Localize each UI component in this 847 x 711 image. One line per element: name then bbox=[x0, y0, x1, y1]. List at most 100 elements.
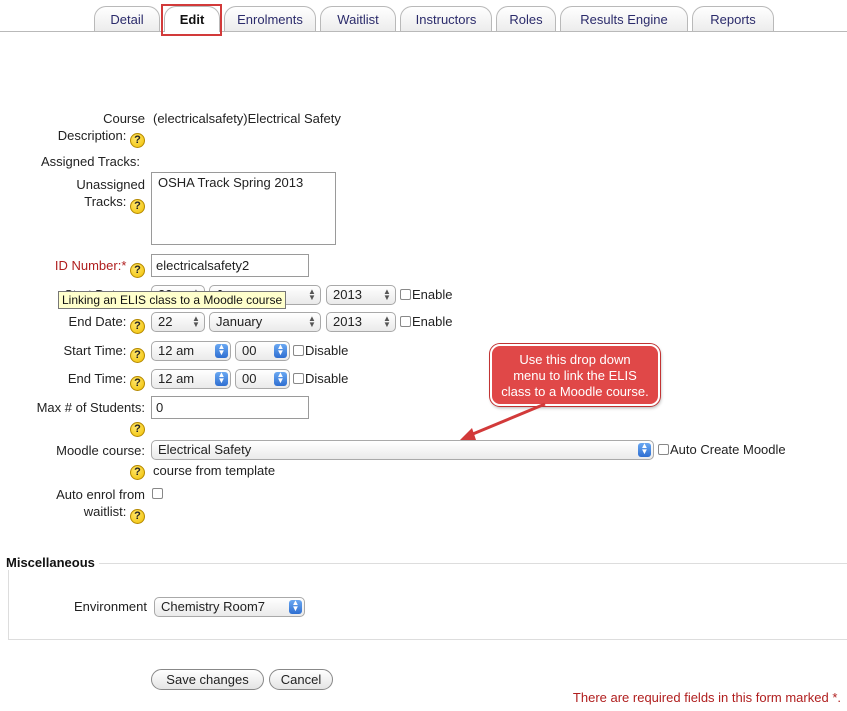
auto-create-moodle-checkbox[interactable] bbox=[658, 444, 669, 455]
max-students-label: Max # of Students: ? bbox=[0, 399, 145, 437]
assigned-tracks-label: Assigned Tracks: bbox=[41, 154, 140, 169]
start-time-label-text: Start Time: bbox=[63, 343, 127, 358]
required-fields-note-text: There are required fields in this form m… bbox=[572, 690, 829, 705]
environment-value: Chemistry Room7 bbox=[161, 599, 266, 614]
end-date-day-select[interactable]: 22 ▲ ▼ bbox=[151, 312, 205, 332]
start-time-hour-select[interactable]: 12 am ▲ ▼ bbox=[151, 341, 231, 361]
callout-line1: Use this drop down bbox=[519, 352, 631, 367]
unassigned-tracks-listbox[interactable]: OSHA Track Spring 2013 bbox=[151, 172, 336, 245]
end-date-month-value: January bbox=[216, 314, 263, 329]
select-arrows-icon: ▲▼ bbox=[274, 371, 287, 386]
end-date-label-text: End Date: bbox=[68, 314, 127, 329]
start-time-hour-value: 12 am bbox=[158, 343, 195, 358]
cancel-button[interactable]: Cancel bbox=[269, 669, 333, 690]
help-icon[interactable]: ? bbox=[130, 319, 145, 334]
start-time-disable-checkbox[interactable] bbox=[293, 345, 304, 356]
tab-roles[interactable]: Roles bbox=[496, 6, 556, 31]
tab-results-engine[interactable]: Results Engine bbox=[560, 6, 688, 31]
moodle-course-value: Electrical Safety bbox=[158, 442, 252, 457]
required-fields-note: There are required fields in this form m… bbox=[573, 690, 841, 705]
end-date-month-select[interactable]: January ▲ ▼ bbox=[209, 312, 321, 332]
moodle-course-label: Moodle course: ? bbox=[0, 442, 145, 480]
environment-select[interactable]: Chemistry Room7 ▲ ▼ bbox=[154, 597, 305, 617]
end-time-label-text: End Time: bbox=[67, 371, 127, 386]
auto-enrol-checkbox[interactable] bbox=[152, 488, 163, 499]
end-date-enable-label: Enable bbox=[412, 314, 453, 329]
select-arrows-icon: ▲▼ bbox=[192, 314, 200, 329]
auto-create-moodle-label-cont: course from template bbox=[153, 463, 276, 478]
help-icon[interactable]: ? bbox=[130, 376, 145, 391]
environment-label: Environment bbox=[74, 599, 147, 614]
id-number-input[interactable]: electricalsafety2 bbox=[151, 254, 309, 277]
unassigned-tracks-label: Unassigned Tracks: ? bbox=[0, 176, 145, 214]
unassigned-tracks-label-line1: Unassigned bbox=[76, 177, 145, 192]
auto-enrol-label-line2: waitlist: bbox=[83, 504, 127, 519]
unassigned-tracks-label-line2: Tracks: ? bbox=[0, 193, 145, 214]
end-time-label: End Time: ? bbox=[0, 371, 145, 391]
help-icon[interactable]: ? bbox=[130, 465, 145, 480]
callout-line2: menu to link the ELIS bbox=[513, 368, 637, 383]
select-arrows-icon: ▲▼ bbox=[215, 343, 228, 358]
tab-reports[interactable]: Reports bbox=[692, 6, 774, 31]
unassigned-tracks-label-text: Tracks: bbox=[84, 194, 127, 209]
track-option[interactable]: OSHA Track Spring 2013 bbox=[158, 175, 329, 190]
help-icon[interactable]: ? bbox=[130, 199, 145, 214]
help-icon[interactable]: ? bbox=[130, 509, 145, 524]
id-number-label: ID Number:* ? bbox=[0, 258, 145, 278]
callout-arrow-icon bbox=[460, 402, 546, 440]
auto-create-moodle-label: Auto Create Moodle bbox=[670, 442, 786, 457]
help-icon[interactable]: ? bbox=[130, 348, 145, 363]
end-time-hour-value: 12 am bbox=[158, 371, 195, 386]
max-students-label-text: Max # of Students: bbox=[36, 400, 145, 415]
end-time-minute-select[interactable]: 00 ▲ ▼ bbox=[235, 369, 290, 389]
help-icon[interactable]: ? bbox=[130, 422, 145, 437]
end-date-label: End Date: ? bbox=[0, 314, 145, 334]
select-arrows-icon: ▲▼ bbox=[383, 287, 391, 302]
fieldset-top-border bbox=[8, 563, 847, 564]
moodle-course-select[interactable]: Electrical Safety ▲ ▼ bbox=[151, 440, 654, 460]
start-time-disable-label: Disable bbox=[305, 343, 349, 358]
end-time-disable-checkbox[interactable] bbox=[293, 373, 304, 384]
end-date-year-value: 2013 bbox=[333, 314, 362, 329]
tab-detail[interactable]: Detail bbox=[94, 6, 160, 31]
callout-line3: class to a Moodle course. bbox=[501, 384, 649, 399]
id-number-label-text: ID Number: bbox=[54, 258, 122, 273]
start-time-minute-value: 00 bbox=[242, 343, 257, 358]
course-value: (electricalsafety)Electrical Safety bbox=[153, 111, 341, 126]
start-date-year-value: 2013 bbox=[333, 287, 362, 302]
end-date-year-select[interactable]: 2013 ▲ ▼ bbox=[326, 312, 396, 332]
select-arrows-icon: ▲▼ bbox=[383, 314, 391, 329]
tab-enrolments[interactable]: Enrolments bbox=[224, 6, 316, 31]
end-date-enable-checkbox[interactable] bbox=[400, 316, 411, 327]
miscellaneous-legend: Miscellaneous bbox=[2, 555, 99, 570]
moodle-course-label-text: Moodle course: bbox=[56, 443, 145, 458]
start-date-year-select[interactable]: 2013 ▲ ▼ bbox=[326, 285, 396, 305]
auto-enrol-label-line1: Auto enrol from bbox=[56, 487, 145, 502]
required-asterisk: * bbox=[121, 258, 127, 273]
annotation-callout: Use this drop down menu to link the ELIS… bbox=[490, 344, 660, 406]
select-arrows-icon: ▲▼ bbox=[308, 314, 316, 329]
required-fields-asterisk: *. bbox=[832, 690, 841, 705]
tab-waitlist[interactable]: Waitlist bbox=[320, 6, 396, 31]
help-icon[interactable]: ? bbox=[130, 133, 145, 148]
start-date-enable-label: Enable bbox=[412, 287, 453, 302]
start-date-enable-checkbox[interactable] bbox=[400, 289, 411, 300]
description-label: Description: ? bbox=[0, 128, 145, 148]
save-changes-button[interactable]: Save changes bbox=[151, 669, 264, 690]
select-arrows-icon: ▲▼ bbox=[638, 442, 651, 457]
end-date-day-value: 22 bbox=[158, 314, 173, 329]
end-time-minute-value: 00 bbox=[242, 371, 257, 386]
end-time-disable-label: Disable bbox=[305, 371, 349, 386]
course-label: Course bbox=[103, 111, 145, 126]
end-time-hour-select[interactable]: 12 am ▲ ▼ bbox=[151, 369, 231, 389]
edit-tab-highlight bbox=[161, 4, 222, 36]
tab-instructors[interactable]: Instructors bbox=[400, 6, 492, 31]
start-time-label: Start Time: ? bbox=[0, 343, 145, 363]
select-arrows-icon: ▲▼ bbox=[289, 599, 302, 614]
help-icon[interactable]: ? bbox=[130, 263, 145, 278]
max-students-input[interactable]: 0 bbox=[151, 396, 309, 419]
select-arrows-icon: ▲▼ bbox=[308, 287, 316, 302]
auto-enrol-label: Auto enrol from waitlist: ? bbox=[0, 486, 145, 524]
select-arrows-icon: ▲▼ bbox=[274, 343, 287, 358]
start-time-minute-select[interactable]: 00 ▲ ▼ bbox=[235, 341, 290, 361]
